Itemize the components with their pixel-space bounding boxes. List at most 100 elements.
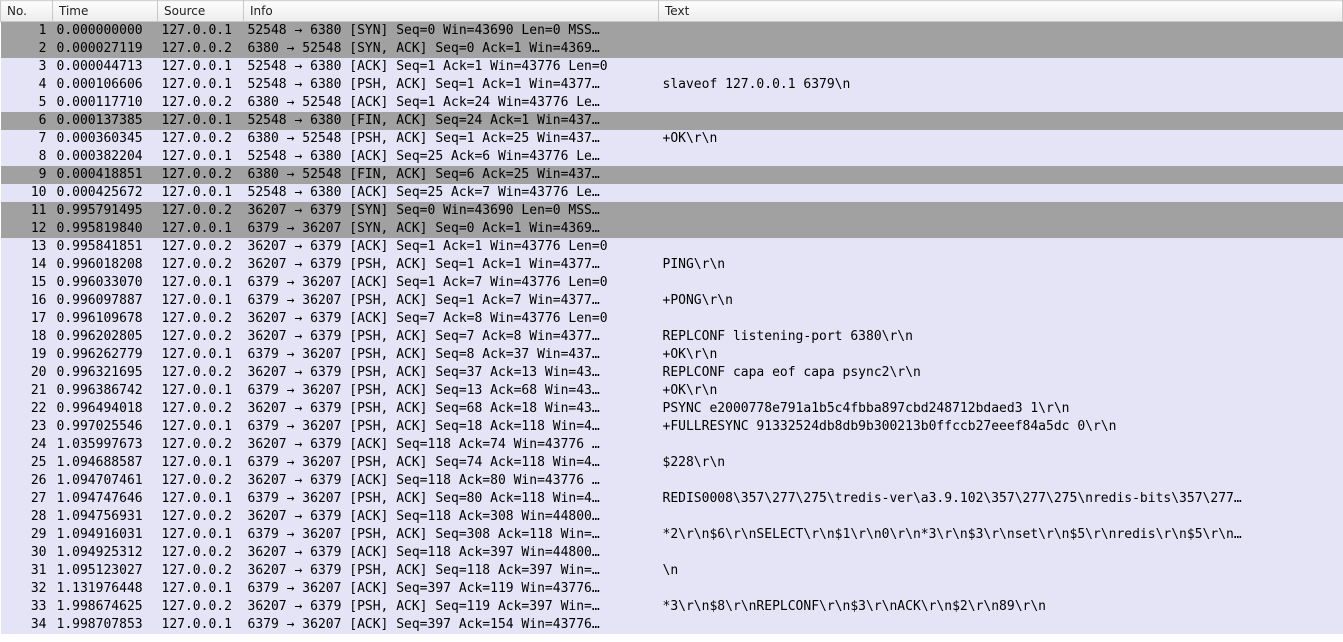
cell-info: 52548 → 6380 [ACK] Seq=25 Ack=7 Win=4377…: [244, 184, 659, 202]
cell-time: 0.000418851: [53, 166, 158, 184]
cell-info: 36207 → 6379 [ACK] Seq=118 Ack=80 Win=43…: [244, 472, 659, 490]
cell-source: 127.0.0.2: [158, 544, 244, 562]
table-row[interactable]: 90.000418851127.0.0.26380 → 52548 [FIN, …: [1, 166, 1343, 184]
table-row[interactable]: 230.997025546127.0.0.16379 → 36207 [PSH,…: [1, 418, 1343, 436]
table-row[interactable]: 80.000382204127.0.0.152548 → 6380 [ACK] …: [1, 148, 1343, 166]
cell-source: 127.0.0.2: [158, 202, 244, 220]
cell-no: 19: [1, 346, 53, 364]
table-row[interactable]: 50.000117710127.0.0.26380 → 52548 [ACK] …: [1, 94, 1343, 112]
cell-text: REPLCONF capa eof capa psync2\r\n: [659, 364, 1343, 382]
cell-no: 15: [1, 274, 53, 292]
cell-time: 1.094747646: [53, 490, 158, 508]
table-row[interactable]: 321.131976448127.0.0.16379 → 36207 [ACK]…: [1, 580, 1343, 598]
column-header-text[interactable]: Text: [659, 1, 1343, 22]
cell-time: 1.095123027: [53, 562, 158, 580]
table-row[interactable]: 251.094688587127.0.0.16379 → 36207 [PSH,…: [1, 454, 1343, 472]
cell-time: 1.094688587: [53, 454, 158, 472]
cell-text: *2\r\n$6\r\nSELECT\r\n$1\r\n0\r\n*3\r\n$…: [659, 526, 1343, 544]
cell-info: 6379 → 36207 [PSH, ACK] Seq=8 Ack=37 Win…: [244, 346, 659, 364]
cell-source: 127.0.0.1: [158, 58, 244, 76]
table-row[interactable]: 341.998707853127.0.0.16379 → 36207 [ACK]…: [1, 616, 1343, 634]
cell-no: 6: [1, 112, 53, 130]
column-header-time[interactable]: Time: [53, 1, 158, 22]
cell-no: 24: [1, 436, 53, 454]
table-row[interactable]: 110.995791495127.0.0.236207 → 6379 [SYN]…: [1, 202, 1343, 220]
table-row[interactable]: 60.000137385127.0.0.152548 → 6380 [FIN, …: [1, 112, 1343, 130]
cell-text: [659, 184, 1343, 202]
table-row[interactable]: 301.094925312127.0.0.236207 → 6379 [ACK]…: [1, 544, 1343, 562]
column-header-source[interactable]: Source: [158, 1, 244, 22]
cell-source: 127.0.0.2: [158, 436, 244, 454]
table-row[interactable]: 200.996321695127.0.0.236207 → 6379 [PSH,…: [1, 364, 1343, 382]
column-header-no[interactable]: No.: [1, 1, 53, 22]
cell-no: 31: [1, 562, 53, 580]
cell-info: 36207 → 6379 [PSH, ACK] Seq=119 Ack=397 …: [244, 598, 659, 616]
cell-no: 33: [1, 598, 53, 616]
cell-text: +OK\r\n: [659, 130, 1343, 148]
table-row[interactable]: 160.996097887127.0.0.16379 → 36207 [PSH,…: [1, 292, 1343, 310]
cell-info: 6379 → 36207 [ACK] Seq=1 Ack=7 Win=43776…: [244, 274, 659, 292]
cell-no: 21: [1, 382, 53, 400]
cell-info: 6379 → 36207 [ACK] Seq=397 Ack=154 Win=4…: [244, 616, 659, 634]
cell-text: $228\r\n: [659, 454, 1343, 472]
column-header-info[interactable]: Info: [244, 1, 659, 22]
table-row[interactable]: 150.996033070127.0.0.16379 → 36207 [ACK]…: [1, 274, 1343, 292]
cell-time: 0.996494018: [53, 400, 158, 418]
packet-list-header: No. Time Source Info Text: [1, 1, 1343, 22]
table-row[interactable]: 220.996494018127.0.0.236207 → 6379 [PSH,…: [1, 400, 1343, 418]
cell-source: 127.0.0.2: [158, 40, 244, 58]
cell-info: 6380 → 52548 [PSH, ACK] Seq=1 Ack=25 Win…: [244, 130, 659, 148]
cell-time: 1.094756931: [53, 508, 158, 526]
cell-text: [659, 148, 1343, 166]
cell-time: 0.996386742: [53, 382, 158, 400]
cell-no: 26: [1, 472, 53, 490]
cell-source: 127.0.0.1: [158, 490, 244, 508]
cell-no: 28: [1, 508, 53, 526]
table-row[interactable]: 291.094916031127.0.0.16379 → 36207 [PSH,…: [1, 526, 1343, 544]
cell-time: 0.000027119: [53, 40, 158, 58]
cell-time: 1.094707461: [53, 472, 158, 490]
table-row[interactable]: 271.094747646127.0.0.16379 → 36207 [PSH,…: [1, 490, 1343, 508]
packet-list-table[interactable]: No. Time Source Info Text 10.00000000012…: [0, 0, 1343, 634]
table-row[interactable]: 10.000000000127.0.0.152548 → 6380 [SYN] …: [1, 22, 1343, 41]
cell-text: [659, 310, 1343, 328]
table-row[interactable]: 100.000425672127.0.0.152548 → 6380 [ACK]…: [1, 184, 1343, 202]
table-row[interactable]: 140.996018208127.0.0.236207 → 6379 [PSH,…: [1, 256, 1343, 274]
table-row[interactable]: 130.995841851127.0.0.236207 → 6379 [ACK]…: [1, 238, 1343, 256]
cell-no: 8: [1, 148, 53, 166]
table-row[interactable]: 190.996262779127.0.0.16379 → 36207 [PSH,…: [1, 346, 1343, 364]
table-row[interactable]: 20.000027119127.0.0.26380 → 52548 [SYN, …: [1, 40, 1343, 58]
cell-text: +OK\r\n: [659, 382, 1343, 400]
cell-text: \n: [659, 562, 1343, 580]
cell-source: 127.0.0.1: [158, 184, 244, 202]
table-row[interactable]: 331.998674625127.0.0.236207 → 6379 [PSH,…: [1, 598, 1343, 616]
cell-text: [659, 580, 1343, 598]
cell-no: 29: [1, 526, 53, 544]
table-row[interactable]: 261.094707461127.0.0.236207 → 6379 [ACK]…: [1, 472, 1343, 490]
table-row[interactable]: 210.996386742127.0.0.16379 → 36207 [PSH,…: [1, 382, 1343, 400]
table-row[interactable]: 70.000360345127.0.0.26380 → 52548 [PSH, …: [1, 130, 1343, 148]
table-row[interactable]: 170.996109678127.0.0.236207 → 6379 [ACK]…: [1, 310, 1343, 328]
cell-source: 127.0.0.1: [158, 580, 244, 598]
cell-no: 34: [1, 616, 53, 634]
cell-time: 0.996262779: [53, 346, 158, 364]
table-row[interactable]: 30.000044713127.0.0.152548 → 6380 [ACK] …: [1, 58, 1343, 76]
cell-source: 127.0.0.1: [158, 454, 244, 472]
cell-info: 6379 → 36207 [ACK] Seq=397 Ack=119 Win=4…: [244, 580, 659, 598]
table-row[interactable]: 180.996202805127.0.0.236207 → 6379 [PSH,…: [1, 328, 1343, 346]
table-row[interactable]: 241.035997673127.0.0.236207 → 6379 [ACK]…: [1, 436, 1343, 454]
cell-info: 36207 → 6379 [ACK] Seq=1 Ack=1 Win=43776…: [244, 238, 659, 256]
cell-time: 0.000360345: [53, 130, 158, 148]
table-row[interactable]: 40.000106606127.0.0.152548 → 6380 [PSH, …: [1, 76, 1343, 94]
cell-time: 0.000137385: [53, 112, 158, 130]
table-row[interactable]: 311.095123027127.0.0.236207 → 6379 [PSH,…: [1, 562, 1343, 580]
cell-text: [659, 472, 1343, 490]
cell-text: REPLCONF listening-port 6380\r\n: [659, 328, 1343, 346]
cell-no: 5: [1, 94, 53, 112]
cell-info: 52548 → 6380 [ACK] Seq=25 Ack=6 Win=4377…: [244, 148, 659, 166]
cell-text: +FULLRESYNC 91332524db8db9b300213b0ffccb…: [659, 418, 1343, 436]
table-row[interactable]: 120.995819840127.0.0.16379 → 36207 [SYN,…: [1, 220, 1343, 238]
cell-no: 11: [1, 202, 53, 220]
cell-time: 0.997025546: [53, 418, 158, 436]
table-row[interactable]: 281.094756931127.0.0.236207 → 6379 [ACK]…: [1, 508, 1343, 526]
